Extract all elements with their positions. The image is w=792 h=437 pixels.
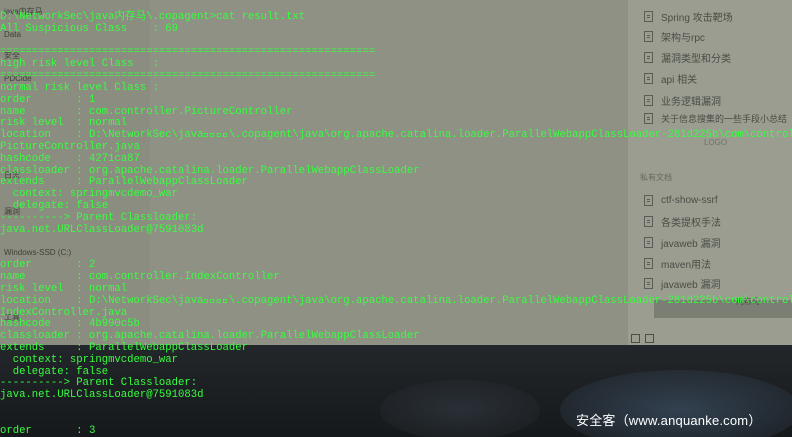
terminal-line: classloader : org.apache.catalina.loader… — [0, 330, 420, 343]
terminal-line: D:\NetworkSec\java内存马\.copagent>cat resu… — [0, 11, 306, 23]
terminal-line: risk level : normal — [0, 117, 128, 130]
terminal-line: normal risk level Class : — [0, 81, 159, 94]
screen: java内存马 Data 安全 PDCide 日志 漏洞 Windows-SSD… — [0, 0, 792, 437]
terminal-line: name : com.controller.PictureController — [0, 105, 293, 118]
terminal-line: hashcode : 4b990c5b — [0, 318, 140, 331]
terminal-line: hashcode : 4271ca87 — [0, 152, 140, 165]
site-watermark: 安全客（www.anquanke.com） — [576, 413, 762, 428]
terminal-line: ========================================… — [0, 46, 376, 59]
terminal-line: order : 1 — [0, 93, 96, 106]
terminal-line: ========================================… — [0, 70, 376, 83]
terminal-line: extends : ParallelWebappClassLoader — [0, 176, 248, 189]
terminal-line: order : 3 — [0, 424, 96, 437]
terminal-line: high risk level Class : — [0, 58, 159, 71]
terminal-line: location : D:\NetworkSec\java    \.copag… — [0, 294, 792, 307]
terminal-line: IndexController.java — [0, 306, 128, 319]
terminal-line: classloader : org.apache.catalina.loader… — [0, 164, 420, 177]
terminal-line: name : com.controller.IndexController — [0, 271, 280, 284]
terminal-line: delegate: false — [0, 365, 109, 378]
terminal-line: order : 2 — [0, 259, 96, 272]
terminal-line: java.net.URLClassLoader@7591083d — [0, 223, 204, 236]
terminal-line: ----------> Parent Classloader: — [0, 211, 198, 224]
terminal-line: risk level : normal — [0, 282, 128, 295]
terminal-line: context: springmvcdemo_war — [0, 188, 179, 201]
terminal-line: delegate: false — [0, 200, 109, 213]
terminal-line: java.net.URLClassLoader@7591083d — [0, 389, 204, 402]
terminal-line: context: springmvcdemo_war — [0, 353, 179, 366]
terminal-line: All Suspicious Class : 69 — [0, 22, 179, 35]
terminal-output: D:\NetworkSec\java内存马\.copagent>cat resu… — [0, 0, 792, 437]
terminal-line: ----------> Parent Classloader: — [0, 377, 198, 390]
terminal-line: extends : ParallelWebappClassLoader — [0, 341, 248, 354]
terminal-line: PictureController.java — [0, 141, 140, 154]
terminal-line: location : D:\NetworkSec\java    \.copag… — [0, 129, 792, 142]
